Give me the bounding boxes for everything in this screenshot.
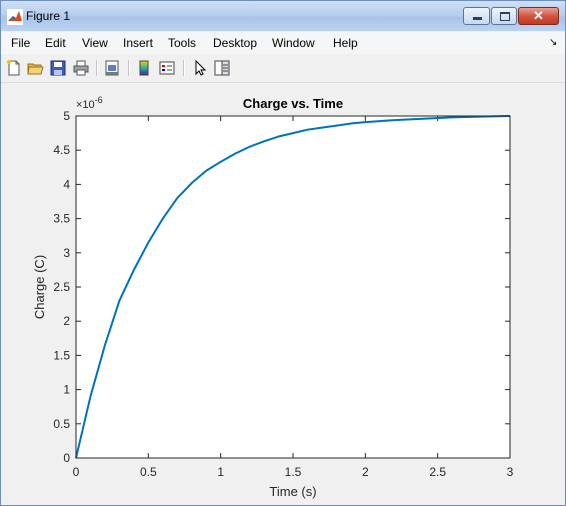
colorbar-icon[interactable] [135,59,153,77]
exponent-base: ×10 [76,99,95,111]
toolbar [1,55,565,83]
close-button[interactable]: ✕ [518,7,559,25]
y-tick-label: 0 [63,451,70,465]
toolbar-separator [128,60,130,76]
save-icon[interactable] [49,59,67,77]
chart-title: Charge vs. Time [243,96,343,111]
menu-desktop[interactable]: Desktop [213,36,257,50]
menu-help[interactable]: Help [333,36,358,50]
menu-view[interactable]: View [82,36,108,50]
print-icon[interactable] [72,59,90,77]
x-tick-label: 0.5 [140,465,157,479]
menu-edit[interactable]: Edit [45,36,66,50]
close-icon: ✕ [533,8,544,23]
y-tick-label: 1.5 [53,348,70,362]
plot-canvas[interactable]: 0 0.5 1 1.5 2 2.5 3 0 0.5 1 1.5 2 2.5 3 3.5 4 4.5 5 Charg… [1,83,565,505]
menu-insert[interactable]: Insert [123,36,153,50]
y-tick-label: 0.5 [53,417,70,431]
x-tick-label: 2.5 [429,465,446,479]
legend-icon[interactable] [158,59,176,77]
open-file-icon[interactable] [26,59,44,77]
matlab-icon [7,9,23,25]
x-tick-label: 0 [73,465,80,479]
minimize-icon [473,17,482,20]
x-tick-label: 3 [507,465,514,479]
toolbar-separator [183,60,185,76]
y-tick-label: 2 [63,314,70,328]
exponent-value: -6 [95,95,103,105]
new-figure-icon[interactable] [5,59,23,77]
window-title: Figure 1 [26,9,71,23]
y-tick-label: 1 [63,383,70,397]
dock-arrow-icon[interactable]: ↘ [549,37,557,48]
y-tick-label: 5 [63,109,70,123]
y-axis-label: Charge (C) [32,255,47,319]
y-tick-label: 2.5 [53,280,70,294]
toolbar-separator [96,60,98,76]
pointer-icon[interactable] [191,59,209,77]
minimize-button[interactable] [463,7,490,25]
axes-background[interactable] [76,116,510,458]
menu-window[interactable]: Window [272,36,315,50]
x-tick-label: 1.5 [285,465,302,479]
y-axis-exponent: ×10-6 [76,95,103,111]
y-tick-label: 4.5 [53,143,70,157]
x-tick-label: 2 [362,465,369,479]
print-preview-icon[interactable] [103,59,121,77]
menu-file[interactable]: File [11,36,30,50]
property-editor-icon[interactable] [213,59,231,77]
y-tick-label: 4 [63,177,70,191]
figure-window: Figure 1 ✕ File Edit View Insert Tools D… [0,0,566,506]
menu-tools[interactable]: Tools [168,36,196,50]
title-bar[interactable]: Figure 1 ✕ [1,1,565,31]
x-tick-label: 1 [217,465,224,479]
maximize-icon [500,12,510,21]
maximize-button[interactable] [491,7,517,25]
y-tick-label: 3 [63,246,70,260]
y-tick-label: 3.5 [53,212,70,226]
x-axis-label: Time (s) [269,484,316,499]
menu-bar: File Edit View Insert Tools Desktop Wind… [1,32,565,54]
